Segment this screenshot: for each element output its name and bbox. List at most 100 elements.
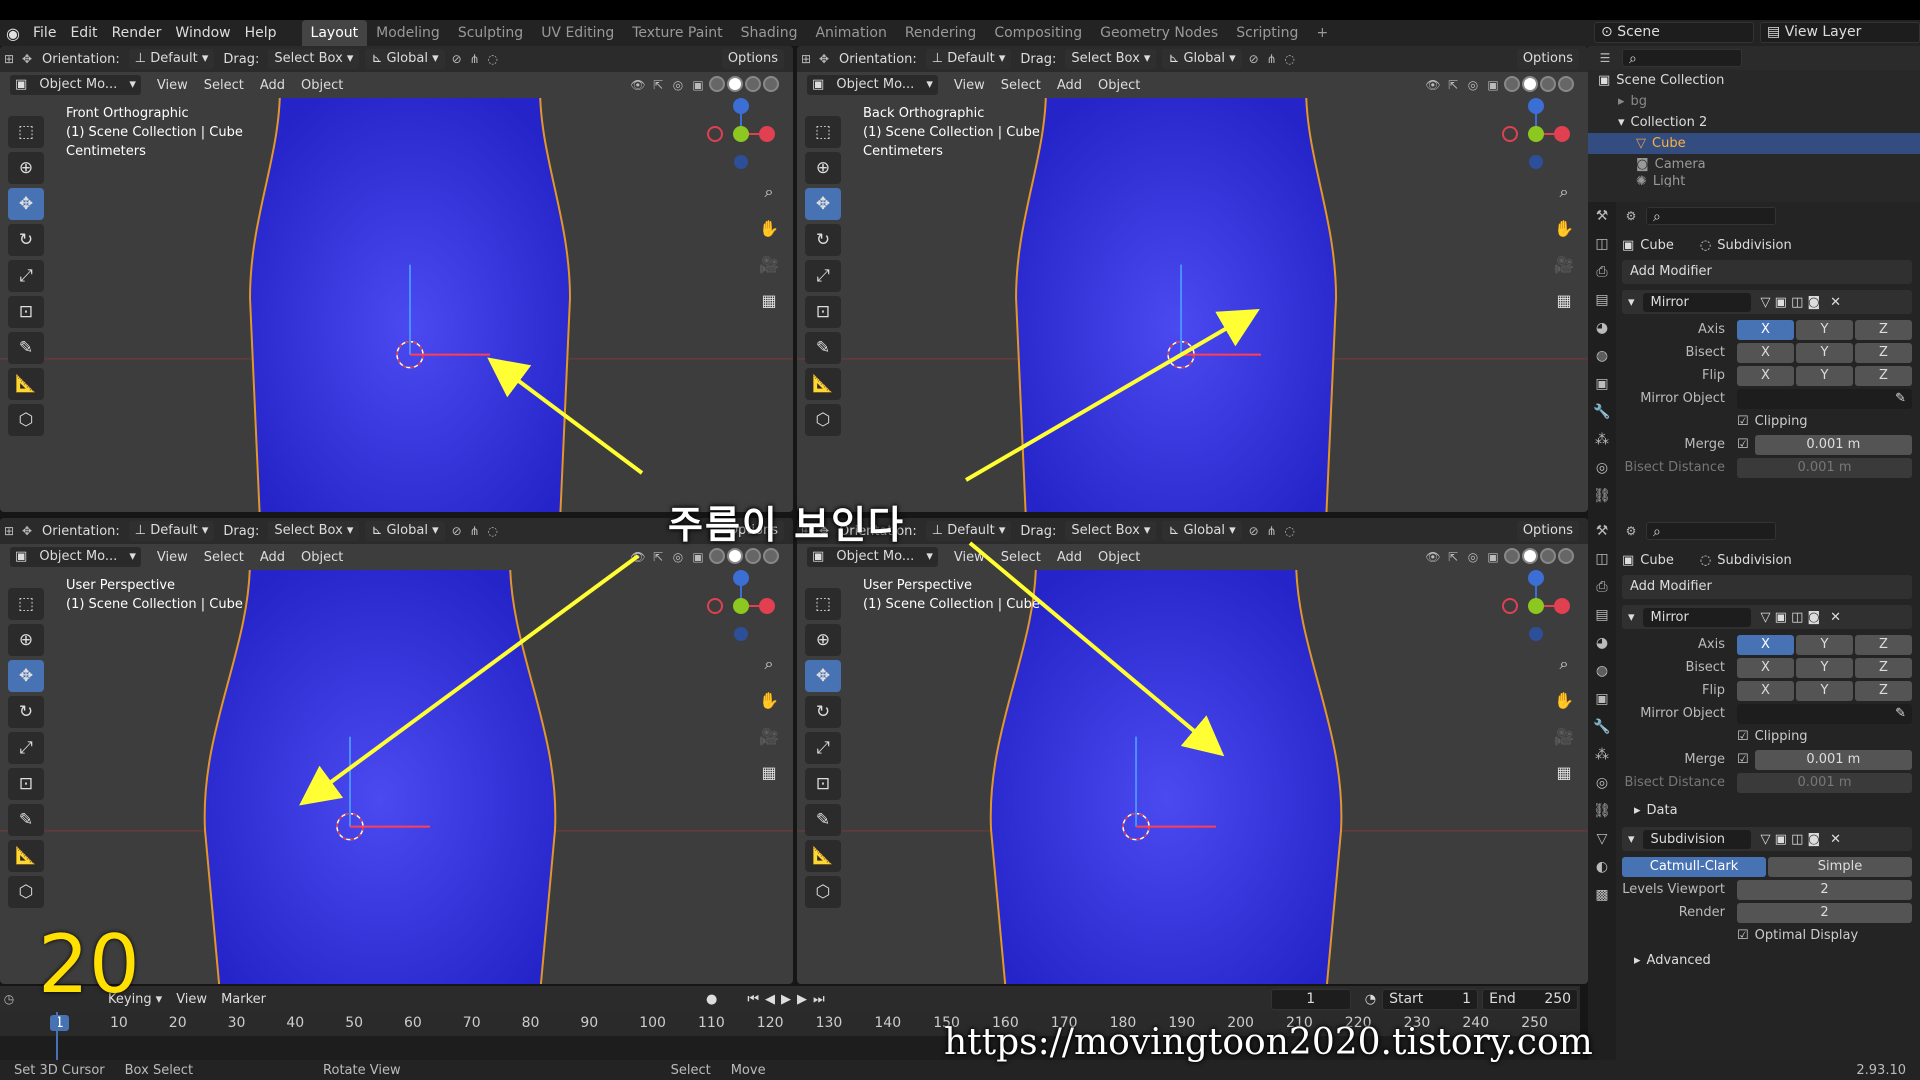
render-tab-icon[interactable]: ◫ xyxy=(1588,545,1616,573)
orientation-dropdown[interactable]: ⊥ Default ▾ xyxy=(128,49,215,69)
zoom-icon[interactable]: ⌕ xyxy=(1550,178,1578,206)
optimal-display-checkbox[interactable]: ☑ xyxy=(1737,928,1749,943)
gizmo-y-icon[interactable] xyxy=(1528,598,1544,614)
camera-view-icon[interactable]: 🎥 xyxy=(1550,722,1578,750)
cube-mesh[interactable] xyxy=(1015,87,1338,512)
axis-x-toggle[interactable]: X xyxy=(1737,319,1794,340)
cursor-tool-icon[interactable]: ⊕ xyxy=(8,624,44,656)
bisect-z-toggle[interactable]: Z xyxy=(1855,657,1912,678)
workspace-tab-shading[interactable]: Shading xyxy=(732,20,807,46)
menu-help[interactable]: Help xyxy=(238,20,284,46)
select-tool-icon[interactable]: ⬚ xyxy=(8,588,44,620)
add-cube-tool-icon[interactable]: ⬡ xyxy=(805,876,841,908)
solid-shading-icon[interactable] xyxy=(727,76,743,92)
gizmo-z-icon[interactable] xyxy=(733,98,749,114)
add-cube-tool-icon[interactable]: ⬡ xyxy=(805,404,841,436)
camera-view-icon[interactable]: 🎥 xyxy=(1550,250,1578,278)
workspace-tab-modeling[interactable]: Modeling xyxy=(367,20,449,46)
modifier-tab-icon[interactable]: 🔧 xyxy=(1588,713,1616,741)
material-tab-icon[interactable]: ◐ xyxy=(1588,853,1616,881)
gizmo-z-icon[interactable] xyxy=(733,570,749,586)
proportional-edit-icon[interactable]: ◌ xyxy=(1281,522,1299,540)
subdivision-modifier-header[interactable]: ▾ Subdivision ▽ ▣ ◫ ◙ ✕ xyxy=(1622,827,1912,851)
solid-shading-icon[interactable] xyxy=(727,548,743,564)
axis-x-toggle[interactable]: X xyxy=(1737,634,1794,655)
marker-menu[interactable]: Marker xyxy=(221,992,266,1007)
proportional-edit-icon[interactable]: ◌ xyxy=(484,50,502,68)
view-layer-tab-icon[interactable]: ▤ xyxy=(1588,601,1616,629)
xray-icon[interactable]: ▣ xyxy=(1484,548,1502,566)
transform-space-dropdown[interactable]: ⊾ Global ▾ xyxy=(1162,521,1242,541)
clipping-checkbox[interactable]: ☑ xyxy=(1737,414,1749,429)
cursor-tool-icon[interactable]: ⊕ xyxy=(805,152,841,184)
blender-logo-icon[interactable]: ◉ xyxy=(0,20,26,46)
object-menu[interactable]: Object xyxy=(1098,78,1140,93)
camera-view-icon[interactable]: 🎥 xyxy=(755,722,783,750)
close-icon[interactable]: ✕ xyxy=(1830,610,1841,625)
object-menu[interactable]: Object xyxy=(301,78,343,93)
object-menu[interactable]: Object xyxy=(301,550,343,565)
rotate-tool-icon[interactable]: ↻ xyxy=(8,696,44,728)
overlay-toggle-icon[interactable]: ◎ xyxy=(1464,548,1482,566)
advanced-subpanel[interactable]: ▸ Advanced xyxy=(1622,950,1912,971)
measure-tool-icon[interactable]: 📐 xyxy=(8,840,44,872)
transform-tool-icon[interactable]: ⊡ xyxy=(805,768,841,800)
mode-dropdown[interactable]: ▣ Object Mo... ▾ xyxy=(807,75,938,95)
transform-space-dropdown[interactable]: ⊾ Global ▾ xyxy=(365,521,445,541)
zoom-icon[interactable]: ⌕ xyxy=(1550,650,1578,678)
navigation-gizmo[interactable] xyxy=(1496,94,1576,174)
outliner-editor-icon[interactable]: ☰ xyxy=(1596,49,1614,67)
workspace-tab-uv-editing[interactable]: UV Editing xyxy=(532,20,623,46)
modifier-visibility-icons[interactable]: ▽ ▣ ◫ ◙ xyxy=(1761,610,1821,625)
object-menu[interactable]: Object xyxy=(1098,550,1140,565)
visibility-icon[interactable]: 👁 xyxy=(629,548,647,566)
wireframe-shading-icon[interactable] xyxy=(709,76,725,92)
timeline-view-menu[interactable]: View xyxy=(176,992,207,1007)
subdivision-name-field[interactable]: Subdivision xyxy=(1642,829,1751,849)
menu-edit[interactable]: Edit xyxy=(63,20,104,46)
properties-search-input[interactable]: ⌕ xyxy=(1646,522,1776,540)
material-shading-icon[interactable] xyxy=(1540,548,1556,564)
pivot-icon[interactable]: ⊘ xyxy=(1245,50,1263,68)
annotate-tool-icon[interactable]: ✎ xyxy=(8,332,44,364)
menu-render[interactable]: Render xyxy=(105,20,169,46)
workspace-tab-scripting[interactable]: Scripting xyxy=(1227,20,1307,46)
gizmo-neg-x-icon[interactable] xyxy=(707,598,723,614)
gizmo-y-icon[interactable] xyxy=(1528,126,1544,142)
gizmo-toggle-icon[interactable]: ⇱ xyxy=(649,548,667,566)
gizmo-neg-x-icon[interactable] xyxy=(1502,598,1518,614)
scale-tool-icon[interactable]: ⤢ xyxy=(805,732,841,764)
wireframe-shading-icon[interactable] xyxy=(709,548,725,564)
clipping-checkbox[interactable]: ☑ xyxy=(1737,729,1749,744)
add-modifier-button[interactable]: Add Modifier xyxy=(1622,260,1912,284)
view-layer-tab-icon[interactable]: ▤ xyxy=(1588,286,1616,314)
navigation-gizmo[interactable] xyxy=(701,566,781,646)
flip-y-toggle[interactable]: Y xyxy=(1796,680,1853,701)
gizmo-neg-x-icon[interactable] xyxy=(1502,126,1518,142)
gizmo-toggle-icon[interactable]: ⇱ xyxy=(1444,76,1462,94)
particles-tab-icon[interactable]: ⁂ xyxy=(1588,741,1616,769)
scale-tool-icon[interactable]: ⤢ xyxy=(8,732,44,764)
flip-x-toggle[interactable]: X xyxy=(1737,365,1794,386)
physics-tab-icon[interactable]: ◎ xyxy=(1588,769,1616,797)
view-menu[interactable]: View xyxy=(954,78,985,93)
viewport-canvas[interactable] xyxy=(797,559,1588,984)
rotate-tool-icon[interactable]: ↻ xyxy=(8,224,44,256)
options-dropdown[interactable]: Options xyxy=(1516,521,1579,541)
orientation-dropdown[interactable]: ⊥ Default ▾ xyxy=(925,521,1012,541)
scale-tool-icon[interactable]: ⤢ xyxy=(805,260,841,292)
options-dropdown[interactable]: Options xyxy=(721,49,784,69)
bisect-x-toggle[interactable]: X xyxy=(1737,342,1794,363)
move-tool-icon[interactable]: ✥ xyxy=(8,188,44,220)
editor-type-icon[interactable]: ⊞ xyxy=(0,522,18,540)
measure-tool-icon[interactable]: 📐 xyxy=(805,840,841,872)
snap-icon[interactable]: ⋔ xyxy=(466,522,484,540)
scale-tool-icon[interactable]: ⤢ xyxy=(8,260,44,292)
pan-hand-icon[interactable]: ✋ xyxy=(755,686,783,714)
add-cube-tool-icon[interactable]: ⬡ xyxy=(8,876,44,908)
object-tab-icon[interactable]: ▣ xyxy=(1588,370,1616,398)
gizmo-x-icon[interactable] xyxy=(759,126,775,142)
drag-dropdown[interactable]: Select Box ▾ xyxy=(268,521,360,541)
outliner-item-collection2[interactable]: ▾ Collection 2 xyxy=(1588,112,1920,133)
texture-tab-icon[interactable]: ▩ xyxy=(1588,881,1616,909)
